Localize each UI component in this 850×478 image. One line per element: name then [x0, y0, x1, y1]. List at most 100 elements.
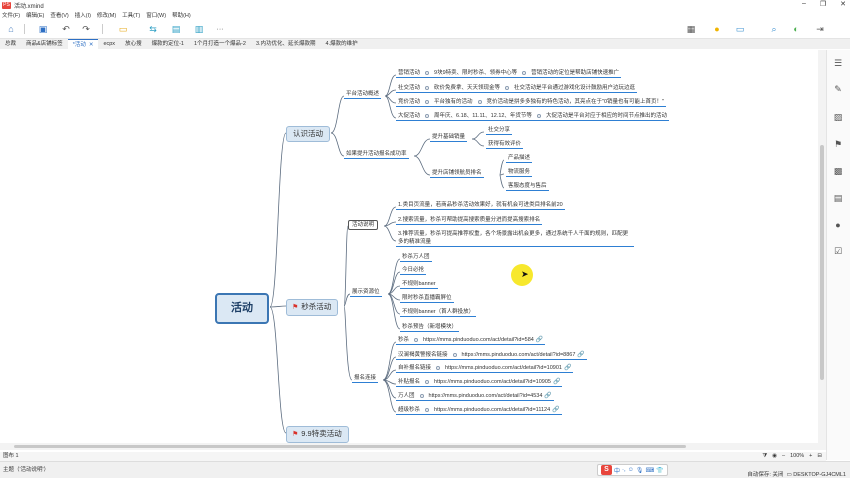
topic-base-sales[interactable]: 提升基础销量 [430, 133, 468, 142]
topic-activity-desc[interactable]: 活动说明 [348, 220, 379, 230]
mindmap-canvas[interactable]: 活动 认识活动 平台活动概述 营销活动 9块9特卖、限时秒杀、领券中心等 营销活动的… [0, 50, 818, 450]
signup-link-item[interactable]: 补贴报名 https://mms.pinduoduo.com/act/detail… [396, 378, 563, 387]
outline-icon[interactable]: ☰ [832, 58, 844, 70]
search-icon[interactable]: ⌕ [768, 23, 780, 35]
branch-seckill[interactable]: ⚑ 秒杀活动 [286, 299, 339, 316]
menu-file[interactable]: 文件(F) [2, 11, 20, 19]
tab-zongcai[interactable]: 总裁 [0, 39, 21, 49]
hyperlink-icon[interactable]: 🔗 [577, 352, 584, 358]
fit-icon[interactable]: ⊟ [817, 452, 822, 461]
vertical-scrollbar[interactable] [818, 50, 826, 450]
tab-ecpx[interactable]: ecpx [98, 39, 120, 49]
topic-product-desc[interactable]: 产品描述 [506, 154, 533, 163]
horizontal-scrollbar[interactable] [0, 443, 818, 450]
image-icon[interactable]: ▨ [832, 112, 844, 124]
signup-link-item[interactable]: 秒杀 https://mms.pinduoduo.com/act/detail?i… [396, 336, 546, 345]
topic-social-share[interactable]: 社交分享 [486, 126, 513, 135]
redo-icon[interactable]: ↷ [80, 23, 92, 35]
position-item[interactable]: 限时秒杀直播霸屏位 [400, 294, 454, 303]
root-topic[interactable]: 活动 [215, 293, 269, 324]
zoom-in-button[interactable]: + [809, 452, 812, 461]
signup-link-item[interactable]: 汉澜褐黄警报名链接 https://mms.pinduoduo.com/act/d… [396, 351, 587, 360]
save-icon[interactable]: ▣ [37, 23, 49, 35]
sogou-ime-icon[interactable]: S [601, 465, 612, 475]
position-item[interactable]: 不规则banner [400, 280, 438, 289]
desc-item[interactable]: 1.类目页流量，若商品秒杀活动效果好，就有机会可进类目排名前20 [396, 201, 565, 210]
topic-platform-overview[interactable]: 平台活动概述 [344, 90, 382, 99]
hyperlink-icon[interactable]: 🔗 [552, 407, 559, 413]
position-item[interactable]: 秒杀预告（新增模块） [400, 323, 460, 332]
branch-know-activity[interactable]: 认识活动 [286, 126, 330, 142]
tab-maintain[interactable]: 4.爆款的维护 [321, 39, 363, 49]
ime-lang[interactable]: 中 [614, 466, 620, 475]
tab-activity[interactable]: *活动 ✕ [67, 39, 99, 49]
topic-signup-links[interactable]: 报名连接 [352, 374, 379, 383]
topic-display-positions[interactable]: 展示资源位 [350, 288, 382, 297]
hyperlink-icon[interactable]: 🔗 [553, 379, 560, 385]
desc-item[interactable]: 3.推荐流量，秒杀可提高推荐权重，各个场景露出机会更多，通过系统千人千面的规则，… [396, 230, 634, 247]
sticker-icon[interactable]: ▩ [832, 166, 844, 178]
topic-improve-rate[interactable]: 如果提升活动报名成功率 [344, 150, 409, 159]
menu-edit[interactable]: 编辑(E) [26, 11, 44, 19]
folder-icon[interactable]: ▭ [117, 23, 129, 35]
menu-tools[interactable]: 工具(T) [122, 11, 140, 19]
position-item[interactable]: 秒杀万人团 [400, 253, 432, 262]
summary-icon[interactable]: ▤ [170, 23, 182, 35]
undo-icon[interactable]: ↶ [60, 23, 72, 35]
export-icon[interactable]: ⇥ [814, 23, 826, 35]
signup-link-item[interactable]: 万人团 https://mms.pinduoduo.com/act/detail?… [396, 392, 554, 401]
ime-mic-icon[interactable]: 🎙 [636, 467, 644, 474]
menu-modify[interactable]: 修改(M) [97, 11, 116, 19]
notes-icon[interactable]: ▤ [832, 193, 844, 205]
menu-window[interactable]: 窗口(W) [146, 11, 166, 19]
signup-link-item[interactable]: 自补报名链接 https://mms.pinduoduo.com/act/deta… [396, 364, 574, 373]
zoom-level[interactable]: 100% [790, 452, 804, 461]
hyperlink-icon[interactable]: 🔗 [536, 337, 543, 343]
desc-item[interactable]: 2.搜索流量，秒杀可帮助提高搜索质量分进而提高搜索排名 [396, 216, 543, 225]
ime-keyboard-icon[interactable]: ⌨ [645, 467, 654, 474]
ime-skin-icon[interactable]: 👕 [656, 467, 663, 474]
home-icon[interactable]: ⌂ [5, 23, 17, 35]
menu-insert[interactable]: 插入(I) [75, 11, 91, 19]
ime-punct[interactable]: ·, [622, 467, 626, 473]
marker-flag-icon[interactable]: ⚑ [832, 139, 844, 151]
filter-icon[interactable]: ⧩ [762, 452, 767, 461]
tab-optimize[interactable]: 3.内功优化、延长爆款期 [251, 39, 321, 49]
menu-help[interactable]: 帮助(H) [172, 11, 191, 19]
boundary-icon[interactable]: ▥ [193, 23, 205, 35]
vertical-scroll-thumb[interactable] [820, 145, 824, 380]
tab-close-icon[interactable]: ✕ [89, 42, 94, 48]
topic-shop-ranking[interactable]: 提升店铺领航员排名 [430, 169, 484, 178]
presentation-icon[interactable]: ▭ [734, 23, 746, 35]
topic-service[interactable]: 客服态度与售后 [506, 182, 549, 191]
share-icon[interactable]: ◐ [790, 23, 802, 35]
calendar-icon[interactable]: ▦ [685, 23, 697, 35]
horizontal-scroll-thumb[interactable] [14, 445, 686, 448]
format-brush-icon[interactable]: ✎ [832, 84, 844, 96]
minimize-button[interactable]: – [802, 0, 806, 8]
zoom-out-button[interactable]: – [782, 452, 785, 461]
menu-view[interactable]: 查看(V) [50, 11, 68, 19]
relationship-icon[interactable]: ⇆ [147, 23, 159, 35]
tab-product-tags[interactable]: 商品&店铺标签 [21, 39, 68, 49]
more-button[interactable]: ··· [214, 23, 226, 35]
tab-fangxinsou[interactable]: 放心搜 [120, 39, 147, 49]
platform-row[interactable]: 营销活动 9块9特卖、限时秒杀、领券中心等 营销活动的定位是帮助店铺快速推广 [396, 69, 622, 78]
ime-toolbar[interactable]: S 中 ·, ☺ 🎙 ⌨ 👕 [597, 464, 668, 476]
platform-row[interactable]: 竞价活动 平台独有的活动 竞价活动是拼多多独有的特色活动，其亮点在于"0销量也有可能… [396, 98, 666, 107]
ime-emoji-icon[interactable]: ☺ [628, 467, 634, 473]
idea-icon[interactable]: ● [711, 23, 723, 35]
signup-link-item[interactable]: 超级秒杀 https://mms.pinduoduo.com/act/detail… [396, 406, 562, 415]
branch-99-sale[interactable]: ⚑ 9.9特卖活动 [286, 426, 349, 443]
position-item[interactable]: 不规则banner（首人群投放） [400, 308, 477, 317]
hyperlink-icon[interactable]: 🔗 [544, 393, 551, 399]
platform-row[interactable]: 社交活动 砍价免费拿、天天领现金等 社交活动是平台通过游戏化设计鼓励用户边玩边逛 [396, 84, 638, 93]
topic-valid-reviews[interactable]: 获得有效评价 [486, 140, 524, 149]
hyperlink-icon[interactable]: 🔗 [564, 365, 571, 371]
task-icon[interactable]: ☑ [832, 246, 844, 258]
position-item[interactable]: 今日必抢 [400, 266, 427, 275]
tab-bestseller-1[interactable]: 爆款的定位-1 [147, 39, 189, 49]
restore-button[interactable]: ❐ [820, 0, 826, 8]
view-icon[interactable]: ◉ [772, 452, 777, 461]
comment-icon[interactable]: ● [832, 220, 844, 232]
